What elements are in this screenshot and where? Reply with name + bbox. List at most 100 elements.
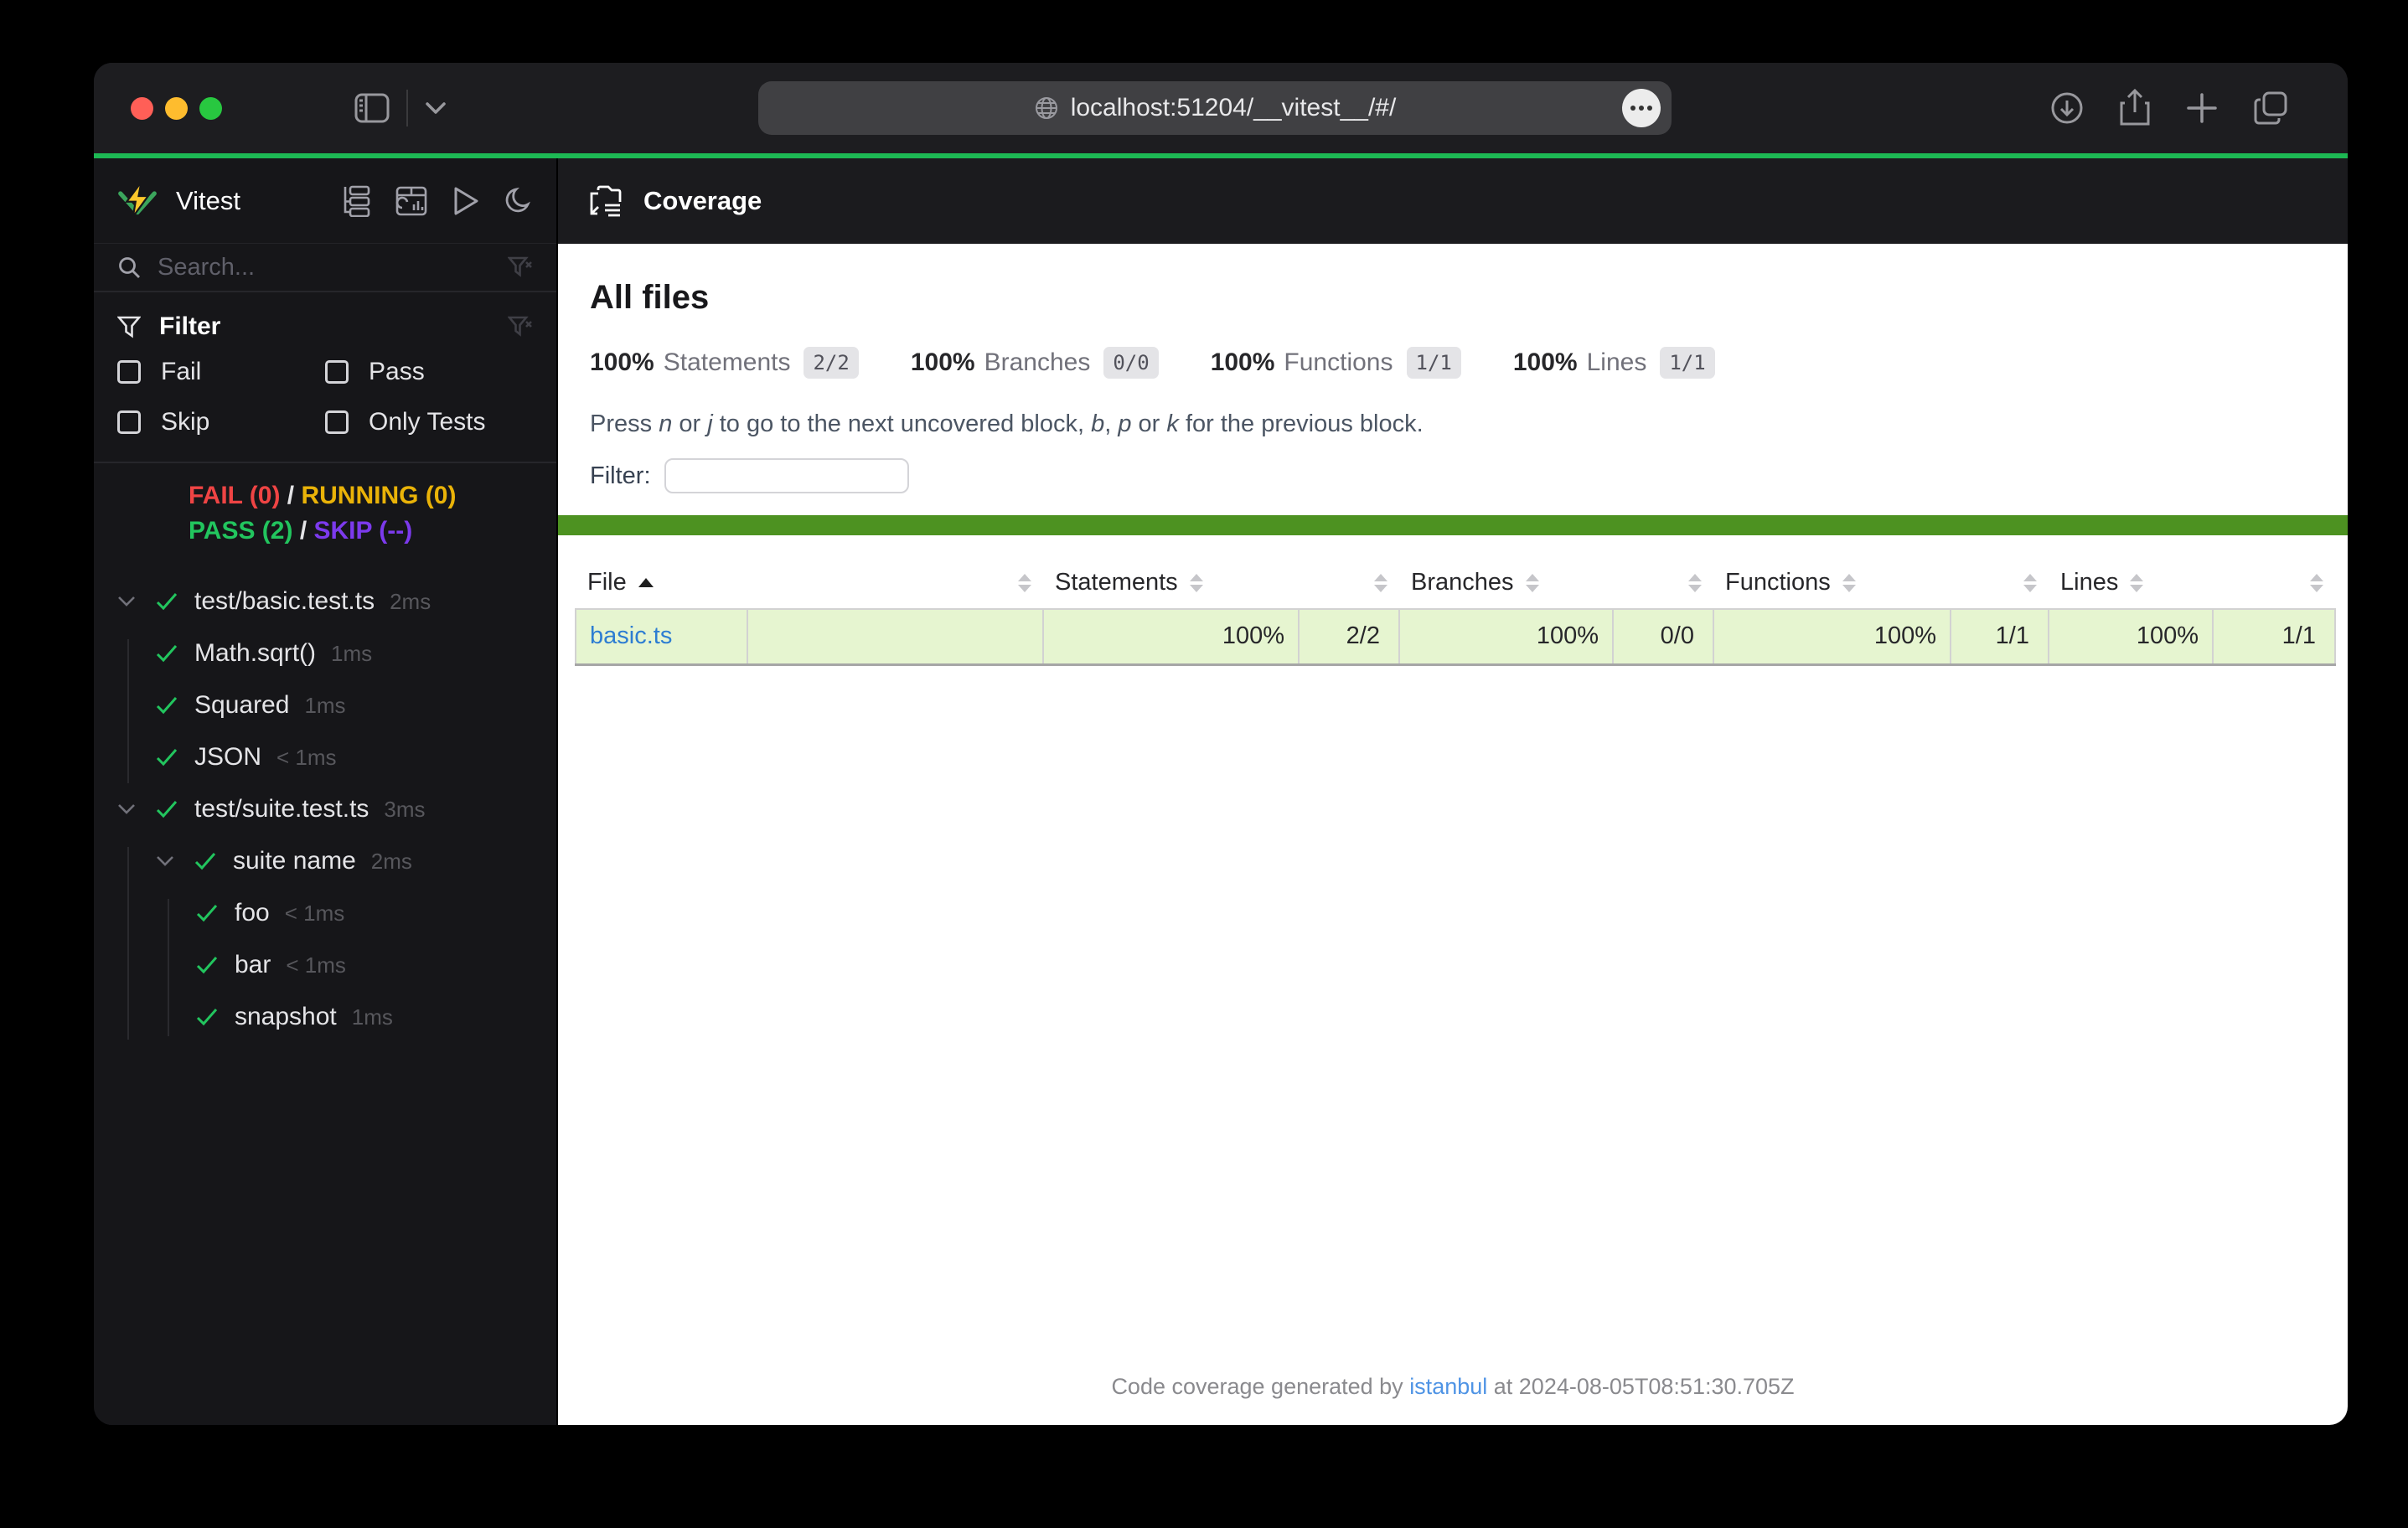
chevron-down-icon[interactable]: [425, 101, 447, 115]
dashboard-report-icon[interactable]: [395, 186, 427, 216]
statements-pct-cell: 100%: [1043, 609, 1299, 664]
test-tree-view-icon[interactable]: [340, 185, 370, 217]
traffic-lights: [131, 97, 222, 120]
summary-statements: 100% Statements 2/2: [590, 347, 859, 379]
funnel-icon: [117, 315, 141, 338]
column-header-statements-frac[interactable]: [1299, 557, 1399, 609]
file-filter-input[interactable]: [664, 458, 909, 493]
browser-toolbar: localhost:51204/__vitest__/#/: [94, 63, 2348, 153]
new-tab-icon[interactable]: [2185, 91, 2219, 125]
summary-branches: 100% Branches 0/0: [911, 347, 1159, 379]
vitest-sidebar: Vitest: [94, 158, 558, 1425]
coverage-bar-cell: [747, 609, 1043, 664]
app-title: Vitest: [176, 186, 240, 216]
file-filter-label: Filter:: [590, 462, 651, 490]
column-header-bar[interactable]: [747, 557, 1043, 609]
tree-item-test[interactable]: Squared1ms: [94, 679, 556, 731]
checkbox[interactable]: [117, 410, 141, 434]
filter-checkbox-fail[interactable]: Fail: [117, 358, 325, 386]
filter-section: Filter Fail Pass: [94, 292, 556, 463]
all-files-heading: All files: [590, 279, 2314, 317]
filter-checkbox-pass[interactable]: Pass: [325, 358, 533, 386]
page-settings-button[interactable]: [1622, 89, 1661, 127]
chevron-down-icon[interactable]: [117, 803, 156, 815]
globe-icon: [1034, 96, 1059, 121]
tree-item-test[interactable]: foo< 1ms: [94, 887, 556, 939]
test-tree: test/basic.test.ts2ms Math.sqrt()1ms Squ…: [94, 564, 556, 1425]
fraction-badge: 1/1: [1660, 347, 1714, 379]
run-status-summary: FAIL (0) / RUNNING (0) PASS (2) / SKIP (…: [94, 463, 556, 564]
sorter-icon[interactable]: [1688, 574, 1702, 592]
zoom-window-button[interactable]: [199, 97, 222, 120]
functions-pct-cell: 100%: [1713, 609, 1951, 664]
column-header-lines-frac[interactable]: [2213, 557, 2335, 609]
sorter-icon[interactable]: [1374, 574, 1387, 592]
branches-pct-cell: 100%: [1399, 609, 1613, 664]
column-header-lines[interactable]: Lines: [2049, 557, 2213, 609]
clear-search-filter-icon[interactable]: [508, 256, 533, 279]
coverage-report-icon: [588, 185, 622, 217]
column-header-branches[interactable]: Branches: [1399, 557, 1613, 609]
tree-item-file[interactable]: test/suite.test.ts3ms: [94, 783, 556, 835]
coverage-status-bar: [558, 515, 2348, 535]
sorter-icon[interactable]: [2023, 574, 2037, 592]
lines-frac-cell: 1/1: [2213, 609, 2335, 664]
column-header-branches-frac[interactable]: [1613, 557, 1713, 609]
skip-count: SKIP (--): [313, 517, 412, 545]
tree-guide: [127, 639, 129, 783]
filter-checkbox-only-tests[interactable]: Only Tests: [325, 408, 533, 436]
filter-checkbox-skip[interactable]: Skip: [117, 408, 325, 436]
share-icon[interactable]: [2118, 89, 2152, 127]
chevron-down-icon[interactable]: [117, 596, 156, 607]
search-input[interactable]: [158, 254, 491, 281]
sorter-icon[interactable]: [2130, 574, 2143, 592]
check-icon: [156, 643, 194, 663]
address-bar[interactable]: localhost:51204/__vitest__/#/: [758, 81, 1672, 135]
checkbox[interactable]: [325, 360, 349, 384]
column-header-statements[interactable]: Statements: [1043, 557, 1299, 609]
table-row: basic.ts 100% 2/2 100% 0/0 100% 1/1 100%…: [576, 609, 2335, 664]
fraction-badge: 2/2: [804, 347, 858, 379]
vitest-logo: [117, 181, 158, 221]
search-icon: [117, 256, 141, 279]
fail-count: FAIL (0): [189, 482, 280, 509]
summary-lines: 100% Lines 1/1: [1513, 347, 1715, 379]
tree-item-suite[interactable]: suite name2ms: [94, 835, 556, 887]
filter-title: Filter: [159, 312, 220, 341]
check-icon: [196, 903, 235, 923]
running-count: RUNNING (0): [301, 482, 456, 509]
sorter-icon[interactable]: [1842, 574, 1856, 592]
sorter-icon[interactable]: [2310, 574, 2323, 592]
clear-filters-icon[interactable]: [508, 315, 533, 338]
sorter-icon[interactable]: [1526, 574, 1539, 592]
tree-item-test[interactable]: JSON< 1ms: [94, 731, 556, 783]
minimize-window-button[interactable]: [165, 97, 188, 120]
toolbar-divider: [406, 90, 408, 126]
close-window-button[interactable]: [131, 97, 153, 120]
column-header-functions[interactable]: Functions: [1713, 557, 1951, 609]
tree-item-test[interactable]: Math.sqrt()1ms: [94, 627, 556, 679]
fraction-badge: 1/1: [1407, 347, 1461, 379]
column-header-functions-frac[interactable]: [1951, 557, 2049, 609]
sorter-icon[interactable]: [1190, 574, 1203, 592]
istanbul-link[interactable]: istanbul: [1409, 1374, 1487, 1399]
search-row: [94, 244, 556, 292]
file-link[interactable]: basic.ts: [590, 622, 672, 649]
downloads-icon[interactable]: [2049, 90, 2085, 126]
column-header-file[interactable]: File: [576, 557, 747, 609]
tree-item-test[interactable]: bar< 1ms: [94, 939, 556, 991]
tree-item-test[interactable]: snapshot1ms: [94, 991, 556, 1043]
browser-window: localhost:51204/__vitest__/#/: [94, 63, 2348, 1425]
chevron-down-icon[interactable]: [156, 855, 194, 867]
check-icon: [194, 851, 233, 871]
dark-mode-moon-icon[interactable]: [504, 187, 533, 215]
sorter-icon[interactable]: [1018, 574, 1031, 592]
coverage-summary: 100% Statements 2/2 100% Branches 0/0 10…: [590, 347, 2314, 379]
tab-overview-icon[interactable]: [2252, 90, 2289, 126]
tree-item-file[interactable]: test/basic.test.ts2ms: [94, 576, 556, 627]
run-all-icon[interactable]: [452, 186, 479, 216]
checkbox[interactable]: [117, 360, 141, 384]
sidebar-toggle-icon[interactable]: [354, 93, 390, 123]
checkbox[interactable]: [325, 410, 349, 434]
tree-guide: [127, 847, 129, 1040]
